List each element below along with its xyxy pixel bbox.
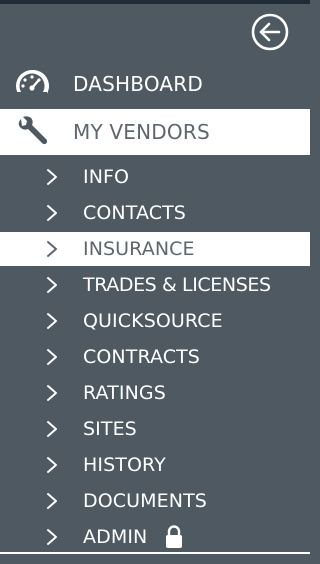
back-button[interactable]	[250, 12, 290, 52]
submenu-item-documents[interactable]: DOCUMENTS	[0, 484, 310, 518]
submenu-item-insurance[interactable]: INSURANCE	[0, 232, 310, 266]
submenu-item-contracts[interactable]: CONTRACTS	[0, 340, 310, 374]
wrench-icon	[12, 114, 52, 150]
chevron-right-icon	[47, 457, 57, 473]
chevron-right-icon	[47, 421, 57, 437]
chevron-right-icon	[47, 205, 57, 221]
submenu-item-label: RATINGS	[83, 382, 166, 404]
bottom-strip	[0, 554, 310, 564]
chevron-right-icon	[47, 241, 57, 257]
submenu-item-label: HISTORY	[83, 454, 166, 476]
nav-item-my-vendors[interactable]: MY VENDORS	[0, 109, 310, 155]
submenu-item-label: CONTACTS	[83, 202, 186, 224]
submenu-item-label: CONTRACTS	[83, 346, 200, 368]
chevron-right-icon	[47, 277, 57, 293]
submenu-item-label: DOCUMENTS	[83, 490, 207, 512]
chevron-right-icon	[47, 349, 57, 365]
chevron-right-icon	[47, 169, 57, 185]
chevron-right-icon	[47, 493, 57, 509]
chevron-right-icon	[47, 385, 57, 401]
submenu-item-label: INFO	[83, 166, 130, 188]
submenu-item-admin[interactable]: ADMIN	[0, 520, 310, 554]
submenu-item-label: INSURANCE	[83, 238, 195, 260]
submenu-item-contacts[interactable]: CONTACTS	[0, 196, 310, 230]
submenu-item-label: SITES	[83, 418, 137, 440]
submenu-item-quicksource[interactable]: QUICKSOURCE	[0, 304, 310, 338]
arrow-left-circle-icon	[251, 13, 289, 51]
top-edge-bar	[0, 0, 310, 4]
nav-item-dashboard[interactable]: DASHBOARD	[0, 61, 310, 107]
submenu-item-sites[interactable]: SITES	[0, 412, 310, 446]
nav-item-label: MY VENDORS	[73, 120, 210, 144]
submenu-item-label: ADMIN	[83, 526, 148, 548]
submenu-item-ratings[interactable]: RATINGS	[0, 376, 310, 410]
chevron-right-icon	[47, 529, 57, 545]
speedometer-icon	[12, 66, 52, 102]
lock-icon	[166, 525, 182, 548]
submenu-item-history[interactable]: HISTORY	[0, 448, 310, 482]
submenu-item-trades-licenses[interactable]: TRADES & LICENSES	[0, 268, 310, 302]
submenu-item-label: TRADES & LICENSES	[83, 274, 271, 296]
side-navigation: DASHBOARD MY VENDORS INFO CONTACTS INSUR…	[0, 0, 310, 564]
chevron-right-icon	[47, 313, 57, 329]
submenu-item-info[interactable]: INFO	[0, 160, 310, 194]
submenu-item-label: QUICKSOURCE	[83, 310, 223, 332]
nav-item-label: DASHBOARD	[73, 72, 204, 96]
